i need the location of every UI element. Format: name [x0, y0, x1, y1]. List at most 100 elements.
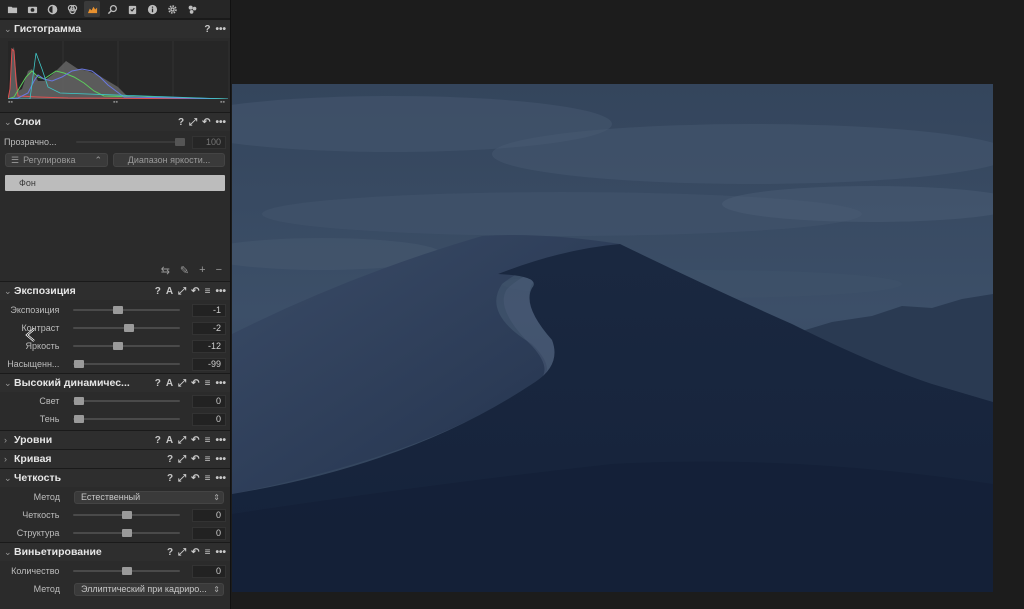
clipboard-icon[interactable] — [124, 1, 140, 17]
histogram-mid-marker: ▪▪ — [113, 99, 118, 106]
chevron-down-icon[interactable]: ⌄ — [4, 378, 14, 389]
styles-icon[interactable] — [184, 1, 200, 17]
vignette-amount-slider[interactable] — [73, 566, 181, 576]
reset-icon[interactable]: ↶ — [202, 117, 210, 128]
help-icon[interactable]: ? — [167, 473, 173, 484]
help-icon[interactable]: ? — [155, 435, 161, 446]
more-icon[interactable]: ••• — [215, 378, 226, 389]
brightness-value[interactable]: -12 — [192, 339, 226, 353]
swap-icon[interactable]: ⇆ — [161, 264, 170, 277]
more-icon[interactable]: ••• — [215, 473, 226, 484]
auto-button[interactable]: A — [166, 435, 173, 446]
expand-icon[interactable]: ⤢ — [178, 286, 186, 297]
image-viewer[interactable] — [232, 0, 1024, 609]
chevron-down-icon[interactable]: ⌄ — [4, 547, 14, 558]
clarity-slider[interactable] — [73, 510, 181, 520]
exposure-tool-icon[interactable] — [84, 1, 100, 17]
reset-icon[interactable]: ↶ — [191, 473, 199, 484]
adjustment-layer-button[interactable]: ☰ Регулировка ⌃ — [5, 153, 108, 167]
exposure-title: Экспозиция — [14, 285, 76, 297]
remove-layer-icon[interactable]: − — [216, 264, 222, 276]
circle-icon[interactable] — [44, 1, 60, 17]
hdr-header[interactable]: ⌄ Высокий динамичес... ? A ⤢ ↶ ≡ ••• — [0, 373, 230, 392]
reset-icon[interactable]: ↶ — [191, 454, 199, 465]
auto-button[interactable]: A — [166, 378, 173, 389]
more-icon[interactable]: ••• — [215, 454, 226, 465]
brightness-slider[interactable] — [73, 341, 181, 351]
presets-icon[interactable]: ≡ — [204, 547, 211, 558]
search-icon[interactable] — [104, 1, 120, 17]
luma-range-button[interactable]: Диапазон яркости... — [113, 153, 225, 167]
saturation-slider[interactable] — [73, 359, 181, 369]
chevron-down-icon[interactable]: ⌄ — [4, 24, 14, 35]
clarity-header[interactable]: ⌄ Четкость ? ⤢ ↶ ≡ ••• — [0, 468, 230, 487]
more-icon[interactable]: ••• — [215, 435, 226, 446]
presets-icon[interactable]: ≡ — [204, 435, 211, 446]
vignette-amount-value[interactable]: 0 — [192, 564, 226, 578]
more-icon[interactable]: ••• — [215, 117, 226, 128]
exposure-header[interactable]: ⌄ Экспозиция ? A ⤢ ↶ ≡ ••• — [0, 281, 230, 300]
vignette-method-select[interactable]: Эллиптический при кадриро... ⇕ — [74, 582, 224, 596]
chevron-down-icon[interactable]: ⌄ — [4, 117, 14, 128]
add-layer-icon[interactable]: + — [199, 264, 205, 276]
expand-icon[interactable]: ⤢ — [189, 117, 197, 128]
clarity-value[interactable]: 0 — [192, 508, 226, 522]
brush-icon[interactable]: ✎ — [180, 264, 189, 277]
presets-icon[interactable]: ≡ — [204, 473, 211, 484]
saturation-value[interactable]: -99 — [192, 357, 226, 371]
help-icon[interactable]: ? — [155, 286, 161, 297]
exposure-value[interactable]: -1 — [192, 303, 226, 317]
camera-icon[interactable] — [24, 1, 40, 17]
exposure-slider[interactable] — [73, 305, 181, 315]
presets-icon[interactable]: ≡ — [204, 454, 211, 465]
gear-icon[interactable] — [164, 1, 180, 17]
more-icon[interactable]: ••• — [215, 547, 226, 558]
layer-item-background[interactable]: Фон — [5, 175, 225, 191]
help-icon[interactable]: ? — [167, 547, 173, 558]
highlight-value[interactable]: 0 — [192, 394, 226, 408]
more-icon[interactable]: ••• — [215, 286, 226, 297]
expand-icon[interactable]: ⤢ — [178, 454, 186, 465]
chevron-right-icon[interactable]: › — [4, 454, 14, 464]
reset-icon[interactable]: ↶ — [191, 547, 199, 558]
contrast-slider[interactable] — [73, 323, 181, 333]
expand-icon[interactable]: ⤢ — [178, 378, 186, 389]
shadow-value[interactable]: 0 — [192, 412, 226, 426]
help-icon[interactable]: ? — [167, 454, 173, 465]
chevron-down-icon[interactable]: ⌄ — [4, 286, 14, 297]
chevron-down-icon[interactable]: ⌄ — [4, 473, 14, 484]
histogram-header[interactable]: ⌄ Гистограмма ? ••• — [0, 19, 230, 38]
photo-preview[interactable] — [232, 84, 993, 592]
layer-opacity-slider[interactable] — [76, 137, 185, 147]
exposure-row: Экспозиция -1 — [0, 301, 230, 319]
presets-icon[interactable]: ≡ — [204, 286, 211, 297]
structure-value[interactable]: 0 — [192, 526, 226, 540]
more-icon[interactable]: ••• — [215, 24, 226, 35]
help-icon[interactable]: ? — [155, 378, 161, 389]
presets-icon[interactable]: ≡ — [204, 378, 211, 389]
contrast-value[interactable]: -2 — [192, 321, 226, 335]
layer-opacity-value[interactable]: 100 — [192, 135, 226, 149]
reset-icon[interactable]: ↶ — [191, 286, 199, 297]
expand-icon[interactable]: ⤢ — [178, 473, 186, 484]
structure-slider[interactable] — [73, 528, 181, 538]
color-wheel-icon[interactable] — [64, 1, 80, 17]
levels-header[interactable]: › Уровни ? A ⤢ ↶ ≡ ••• — [0, 430, 230, 449]
folder-icon[interactable] — [4, 1, 20, 17]
expand-icon[interactable]: ⤢ — [178, 547, 186, 558]
auto-button[interactable]: A — [166, 286, 173, 297]
reset-icon[interactable]: ↶ — [191, 378, 199, 389]
reset-icon[interactable]: ↶ — [191, 435, 199, 446]
layers-header[interactable]: ⌄ Слои ? ⤢ ↶ ••• — [0, 112, 230, 131]
clarity-method-select[interactable]: Естественный ⇕ — [74, 490, 224, 504]
help-icon[interactable]: ? — [178, 117, 184, 128]
vignetting-header[interactable]: ⌄ Виньетирование ? ⤢ ↶ ≡ ••• — [0, 542, 230, 561]
highlight-slider[interactable] — [73, 396, 181, 406]
info-icon[interactable] — [144, 1, 160, 17]
vignette-amount-label: Количество — [11, 566, 60, 576]
expand-icon[interactable]: ⤢ — [178, 435, 186, 446]
curve-header[interactable]: › Кривая ? ⤢ ↶ ≡ ••• — [0, 449, 230, 468]
chevron-right-icon[interactable]: › — [4, 435, 14, 445]
shadow-slider[interactable] — [73, 414, 181, 424]
help-icon[interactable]: ? — [204, 24, 210, 35]
